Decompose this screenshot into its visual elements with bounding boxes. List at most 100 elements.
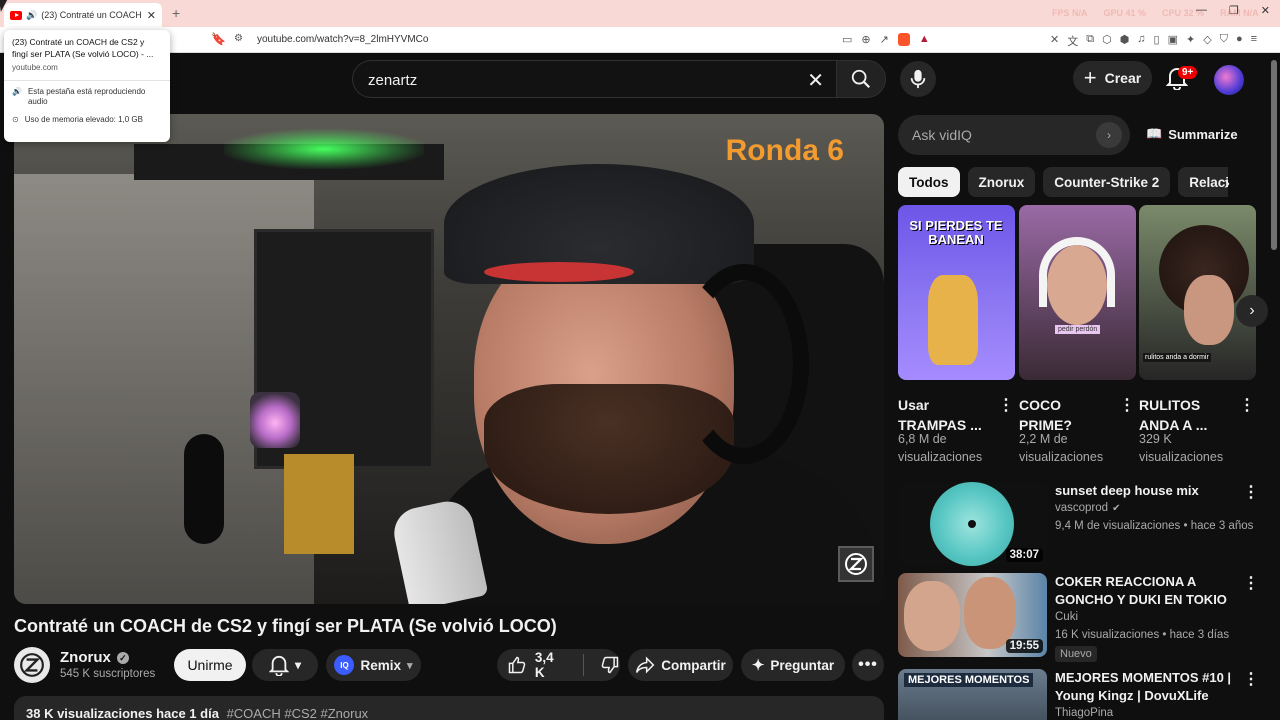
search-button[interactable]	[836, 60, 886, 98]
restore-button[interactable]: ❐	[1229, 4, 1239, 17]
new-tab-button[interactable]: +	[172, 5, 180, 21]
channel-name[interactable]: Znorux ✓	[60, 649, 129, 666]
extension-icon[interactable]: ✕	[1050, 33, 1059, 49]
short-views: 6,8 M de visualizaciones	[898, 432, 983, 464]
short-title[interactable]: Usar TRAMPAS ...	[898, 395, 988, 435]
vidiq-ask-input[interactable]: Ask vidIQ ›	[898, 115, 1130, 155]
memory-icon: ⊙	[12, 115, 19, 124]
video-title[interactable]: MEJORES MOMENTOS #10 | Young Kingz | Dov…	[1055, 669, 1235, 705]
search-input[interactable]: zenartz ✕	[352, 60, 836, 98]
share-button[interactable]: Compartir	[628, 649, 733, 681]
video-title[interactable]: COKER REACCIONA A GONCHO Y DUKI EN TOKIO	[1055, 573, 1235, 609]
short-thumb-headphones	[1039, 237, 1115, 307]
recommended-video[interactable]: 38:07 sunset deep house mix vascoprod ✔ …	[898, 482, 1259, 566]
recommended-video[interactable]: MEJORES MOMENTOS MEJORES MOMENTOS #10 | …	[898, 669, 1259, 720]
like-dislike-group: 3,4 K	[497, 649, 620, 681]
video-thumbnail[interactable]: 19:55	[898, 573, 1047, 657]
share-icon[interactable]: ↗	[880, 33, 889, 46]
chip-relacionados[interactable]: Relacionados	[1178, 167, 1228, 197]
like-button[interactable]: 3,4 K	[507, 650, 567, 680]
chip-todos[interactable]: Todos	[898, 167, 960, 197]
short-title[interactable]: RULITOS ANDA A ...	[1139, 395, 1229, 435]
video-player[interactable]: Ronda 6	[14, 114, 884, 604]
browser-tab[interactable]: 🔊 (23) Contraté un COACH de CS2 y fingí …	[4, 3, 162, 27]
short-title[interactable]: COCO PRIME?	[1019, 395, 1109, 435]
puzzle-icon[interactable]: ⧉	[1086, 33, 1094, 49]
short-thumb-text: rulitos anda a dormir	[1143, 353, 1211, 362]
thumb-label: MEJORES MOMENTOS	[904, 673, 1034, 687]
short-thumb-figure	[928, 275, 978, 365]
recommended-video[interactable]: 19:55 COKER REACCIONA A GONCHO Y DUKI EN…	[898, 573, 1259, 662]
description-box[interactable]: 38 K visualizaciones hace 1 día #COACH #…	[14, 696, 884, 720]
chip-counter-strike-2[interactable]: Counter-Strike 2	[1043, 167, 1171, 197]
close-window-button[interactable]: ✕	[1261, 4, 1270, 17]
menu-icon[interactable]: ≡	[1251, 33, 1257, 49]
short-thumbnail[interactable]: SI PIERDES TE BANEAN	[898, 205, 1015, 380]
shield-icon[interactable]: ⛉	[1220, 33, 1228, 49]
video-thumbnail[interactable]: 38:07	[898, 482, 1047, 566]
video-channel[interactable]: ThiagoPina	[1055, 707, 1113, 719]
warning-icon[interactable]: ▲	[919, 33, 930, 46]
remix-button[interactable]: IQ Remix ▾	[326, 649, 421, 681]
send-arrow-icon[interactable]: ›	[1096, 122, 1122, 148]
more-vertical-icon[interactable]: ⋮	[998, 395, 1014, 415]
subscription-bell-button[interactable]: ▾	[252, 649, 318, 681]
video-channel[interactable]: vascoprod ✔	[1055, 502, 1120, 514]
summarize-button[interactable]: 📖 Summarize	[1146, 126, 1238, 142]
short-card[interactable]: SI PIERDES TE BANEAN Usar TRAMPAS ... ⋮ …	[898, 205, 1015, 464]
chevron-right-icon[interactable]: ›	[1224, 173, 1230, 194]
extension-icon[interactable]: ⬡	[1102, 33, 1112, 49]
chip-znorux[interactable]: Znorux	[967, 167, 1036, 197]
page-scrollbar[interactable]	[1271, 60, 1277, 250]
shorts-next-button[interactable]: ›	[1236, 295, 1268, 327]
site-info-icon[interactable]: ⚙	[234, 33, 243, 44]
new-badge: Nuevo	[1055, 646, 1097, 662]
video-title[interactable]: sunset deep house mix	[1055, 482, 1235, 500]
music-icon[interactable]: ♫	[1137, 33, 1145, 49]
channel-watermark-icon[interactable]	[838, 546, 874, 582]
more-vertical-icon[interactable]: ⋮	[1243, 573, 1259, 593]
brave-shield-icon[interactable]	[897, 33, 910, 46]
translate-icon[interactable]: 文	[1067, 33, 1078, 49]
wallet-icon[interactable]: ▣	[1168, 33, 1178, 49]
ask-button[interactable]: ✦ Preguntar	[741, 649, 845, 681]
ai-icon[interactable]: ✦	[1186, 33, 1195, 49]
short-card[interactable]: rulitos anda a dormir RULITOS ANDA A ...…	[1139, 205, 1256, 464]
speaker-icon[interactable]: 🔊	[26, 10, 37, 21]
extension-icon[interactable]: ⬢	[1120, 33, 1130, 49]
extensions-bar: ✕ 文 ⧉ ⬡ ⬢ ♫ ▯ ▣ ✦ ◇ ⛉ ● ≡	[1050, 33, 1257, 49]
cast-icon[interactable]: ▭	[842, 33, 852, 46]
more-vertical-icon[interactable]: ⋮	[1243, 482, 1259, 502]
close-tab-icon[interactable]: ✕	[147, 9, 156, 22]
more-actions-button[interactable]: •••	[852, 649, 884, 681]
tab-title: (23) Contraté un COACH de CS2 y fingí se…	[41, 10, 143, 20]
minimize-button[interactable]: —	[1196, 4, 1207, 17]
channel-avatar[interactable]	[14, 647, 50, 683]
short-thumbnail[interactable]: rulitos anda a dormir	[1139, 205, 1256, 380]
video-channel[interactable]: Cuki	[1055, 611, 1078, 623]
video-duration: 38:07	[1005, 548, 1043, 562]
user-avatar[interactable]	[1214, 65, 1244, 95]
more-vertical-icon[interactable]: ⋮	[1239, 395, 1255, 415]
bookmark-icon[interactable]: 🔖	[211, 32, 226, 46]
url-field[interactable]: youtube.com/watch?v=8_2lmHYVMCo	[257, 34, 428, 45]
sidebar-icon[interactable]: ▯	[1154, 33, 1160, 49]
short-card[interactable]: pedir perdón COCO PRIME? ⋮ 2,2 M de visu…	[1019, 205, 1136, 464]
join-button[interactable]: Unirme	[174, 649, 246, 681]
more-vertical-icon[interactable]: ⋮	[1243, 669, 1259, 689]
thumbs-up-icon	[508, 656, 526, 674]
video-thumbnail[interactable]: MEJORES MOMENTOS	[898, 669, 1047, 720]
short-thumb-text: pedir perdón	[1055, 325, 1101, 334]
thumbs-down-icon[interactable]	[600, 655, 620, 675]
more-vertical-icon[interactable]: ⋮	[1119, 395, 1135, 415]
views-and-date: 38 K visualizaciones hace 1 día	[26, 706, 219, 720]
short-thumbnail[interactable]: pedir perdón	[1019, 205, 1136, 380]
chevron-right-icon: ›	[1249, 302, 1255, 319]
vpn-icon[interactable]: ◇	[1203, 33, 1211, 49]
hashtags[interactable]: #COACH #CS2 #Znorux	[227, 706, 369, 720]
zoom-icon[interactable]: ⊕	[861, 33, 870, 46]
create-button[interactable]: + Crear	[1073, 61, 1152, 95]
clear-search-icon[interactable]: ✕	[807, 68, 824, 93]
voice-search-button[interactable]	[900, 61, 936, 97]
profile-icon[interactable]: ●	[1236, 33, 1243, 49]
